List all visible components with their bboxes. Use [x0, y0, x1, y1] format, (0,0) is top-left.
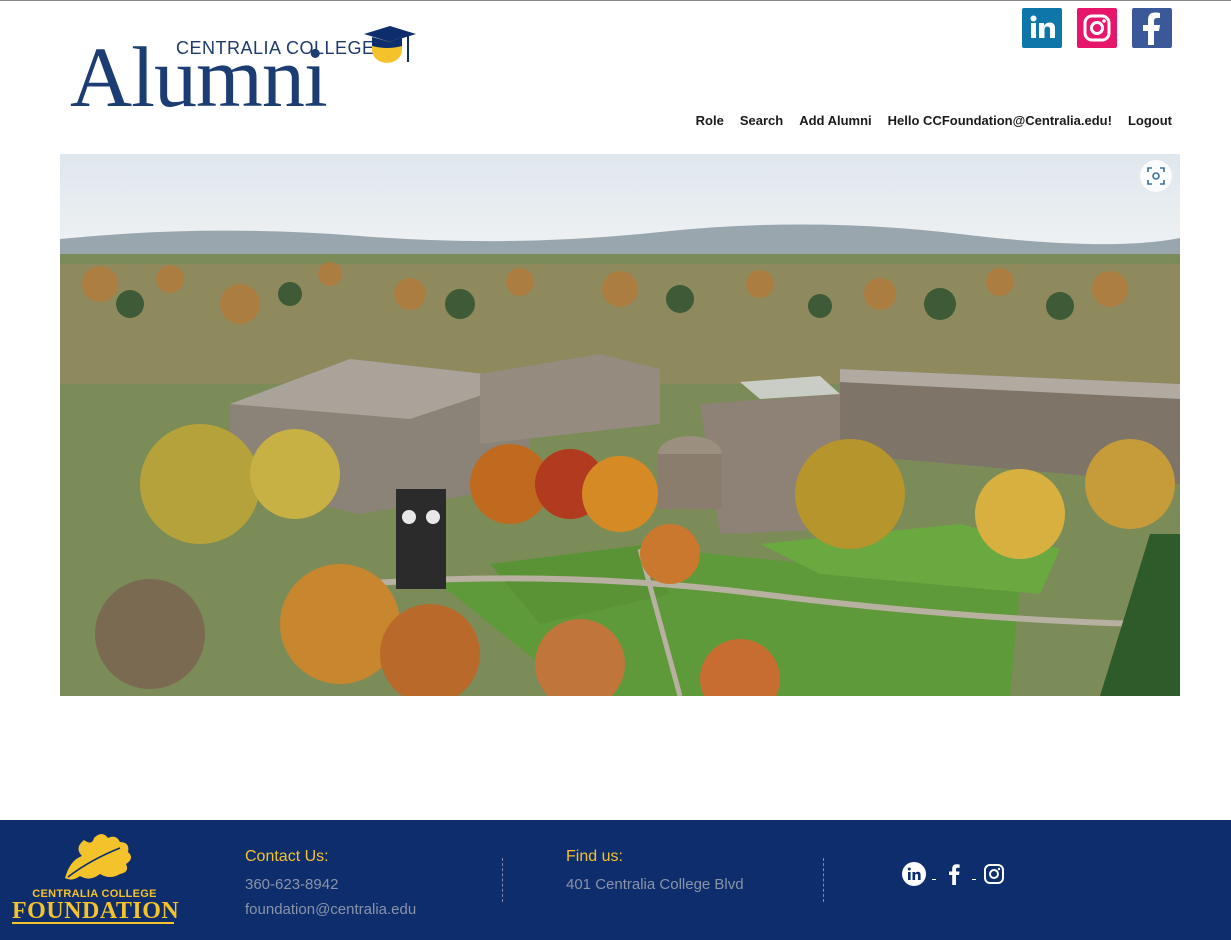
foundation-logo[interactable]: CENTRALIA COLLEGE FOUNDATION — [12, 830, 179, 924]
graduation-cap-icon — [364, 26, 416, 63]
separator — [972, 878, 976, 880]
footer-divider — [823, 858, 824, 902]
nav-search[interactable]: Search — [740, 113, 783, 128]
linkedin-icon[interactable] — [902, 862, 926, 886]
campus-aerial-illustration — [60, 154, 1180, 696]
facebook-icon[interactable] — [1132, 8, 1172, 48]
contact-title: Contact Us: — [245, 848, 329, 865]
fullscreen-icon — [1147, 167, 1165, 185]
header-social-links — [1022, 8, 1172, 48]
nav-add-alumni[interactable]: Add Alumni — [799, 113, 871, 128]
logo-title: Alumni — [70, 29, 328, 125]
nav-user-greeting[interactable]: Hello CCFoundation@Centralia.edu! — [888, 113, 1112, 128]
linkedin-icon[interactable] — [1022, 8, 1062, 48]
campus-hero-image — [60, 154, 1180, 696]
expand-image-button[interactable] — [1140, 160, 1172, 192]
facebook-icon[interactable] — [942, 862, 966, 886]
nav-role[interactable]: Role — [696, 113, 724, 128]
contact-phone[interactable]: 360-623-8942 — [245, 872, 416, 897]
separator — [932, 878, 936, 880]
footer-logo-underline — [12, 922, 174, 924]
oak-leaf-icon — [65, 834, 132, 880]
instagram-icon[interactable] — [1077, 8, 1117, 48]
contact-email[interactable]: foundation@centralia.edu — [245, 897, 416, 922]
address-text[interactable]: 401 Centralia College Blvd — [566, 872, 744, 897]
top-border — [0, 0, 1231, 1]
alumni-logo[interactable]: CENTRALIA COLLEGE Alumni — [70, 24, 420, 124]
find-us-section: Find us: 401 Centralia College Blvd — [566, 848, 744, 897]
footer-logo-foundation: FOUNDATION — [12, 898, 180, 924]
find-us-title: Find us: — [566, 848, 623, 865]
site-footer: CENTRALIA COLLEGE FOUNDATION Contact Us:… — [0, 820, 1231, 940]
nav-logout[interactable]: Logout — [1128, 113, 1172, 128]
instagram-icon[interactable] — [982, 862, 1006, 886]
main-nav: Role Search Add Alumni Hello CCFoundatio… — [696, 113, 1172, 128]
footer-social-links — [902, 862, 1006, 886]
footer-divider — [502, 858, 503, 902]
contact-section: Contact Us: 360-623-8942 foundation@cent… — [245, 848, 416, 922]
